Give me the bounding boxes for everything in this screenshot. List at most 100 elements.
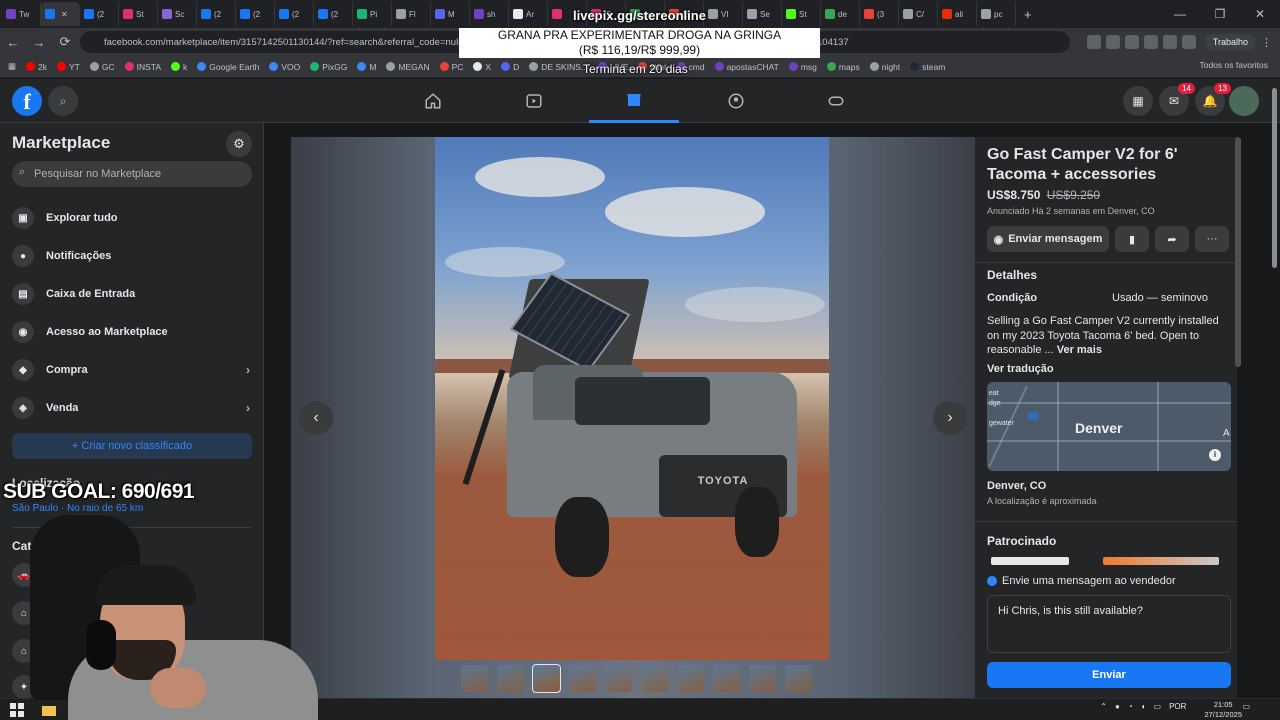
browser-tab[interactable]: (2 <box>314 2 353 26</box>
browser-tab[interactable]: de <box>821 2 860 26</box>
back-button[interactable]: ← <box>0 28 26 56</box>
browser-tab[interactable]: Pi <box>353 2 392 26</box>
bookmark-item[interactable]: apostasCHAT <box>714 62 779 72</box>
browser-tab[interactable]: Sc <box>158 2 197 26</box>
bookmark-item[interactable]: X <box>473 62 491 72</box>
location-map[interactable]: eat dge gewater A Denver i <box>987 382 1231 471</box>
previous-photo-button[interactable]: ‹ <box>299 401 333 435</box>
close-button[interactable]: ✕ <box>1240 0 1280 28</box>
bookmark-item[interactable]: steam <box>910 62 945 72</box>
bookmark-item[interactable]: k <box>171 62 187 72</box>
browser-tab[interactable]: Se <box>743 2 782 26</box>
browser-tab[interactable]: Tw <box>2 2 41 26</box>
bookmark-item[interactable]: Google Earth <box>197 62 259 72</box>
bookmark-item[interactable]: DE SKINS... <box>529 62 588 72</box>
browser-tab[interactable]: ✕ <box>41 2 80 26</box>
messenger-button[interactable]: ✉ 14 <box>1159 83 1195 116</box>
sponsored-ad-thumbnail[interactable] <box>991 557 1069 565</box>
bookmark-item[interactable]: VOO <box>269 62 300 72</box>
bookmark-item[interactable]: 2k <box>26 62 47 72</box>
photo-thumbnail[interactable] <box>749 665 776 692</box>
browser-tab[interactable]: pc <box>977 2 1016 26</box>
bookmark-item[interactable]: MEGAN <box>386 62 430 72</box>
sidebar-item[interactable]: ◈ Venda › <box>12 392 252 424</box>
browser-tab[interactable]: Ar <box>509 2 548 26</box>
bookmark-item[interactable]: D <box>501 62 519 72</box>
browser-tab[interactable]: (3 <box>860 2 899 26</box>
browser-tab[interactable]: M <box>431 2 470 26</box>
browser-tab[interactable]: VI <box>704 2 743 26</box>
apps-grid-icon[interactable]: ▦ <box>8 61 16 72</box>
profile-button[interactable]: Trabalho <box>1204 34 1256 50</box>
send-button[interactable]: Enviar <box>987 662 1231 688</box>
next-photo-button[interactable]: › <box>933 401 967 435</box>
bookmark-item[interactable]: maps <box>826 62 860 72</box>
search-input[interactable]: ⌕ Pesquisar no Marketplace <box>12 161 252 187</box>
photo-thumbnail[interactable] <box>677 665 704 692</box>
browser-tab[interactable]: sh <box>470 2 509 26</box>
listing-photo[interactable]: TOYOTA <box>435 137 829 660</box>
star-icon[interactable] <box>1124 35 1139 49</box>
browser-tab[interactable]: (2 <box>275 2 314 26</box>
browser-tab[interactable]: (2 <box>197 2 236 26</box>
sponsored-ad-thumbnail[interactable] <box>1103 557 1219 565</box>
groups-tab[interactable] <box>691 79 781 123</box>
clock[interactable]: 21:05 27/12/2025 <box>1204 700 1242 720</box>
microphone-icon[interactable]: ● <box>1115 702 1120 711</box>
video-tab[interactable] <box>489 79 579 123</box>
sidebar-item[interactable]: ● Notificações <box>12 240 252 272</box>
info-icon[interactable]: i <box>1209 449 1221 461</box>
create-listing-button[interactable]: + Criar novo classificado <box>12 433 252 459</box>
bookmark-item[interactable]: M <box>357 62 376 72</box>
photo-thumbnail[interactable] <box>461 665 488 692</box>
zoom-icon[interactable] <box>1086 35 1101 49</box>
browser-tab[interactable]: St <box>119 2 158 26</box>
menu-icon[interactable]: ⋮ <box>1261 36 1272 49</box>
photo-thumbnail[interactable] <box>569 665 596 692</box>
bookmark-item[interactable]: YT <box>57 62 80 72</box>
close-tab-icon[interactable]: ✕ <box>61 10 68 19</box>
apps-menu-button[interactable]: ▦ <box>1123 86 1153 116</box>
avatar[interactable] <box>1229 86 1259 116</box>
download-icon[interactable] <box>1181 35 1196 49</box>
marketplace-tab[interactable] <box>589 79 679 123</box>
browser-tab[interactable]: St <box>782 2 821 26</box>
photo-thumbnail[interactable] <box>713 665 740 692</box>
reload-button[interactable]: ⟳ <box>52 28 78 56</box>
see-more-link[interactable]: Ver mais <box>1057 344 1102 356</box>
gaming-tab[interactable] <box>791 79 881 123</box>
page-scrollbar[interactable] <box>1272 88 1277 268</box>
bookmark-item[interactable]: night <box>869 62 900 72</box>
panel-scrollbar[interactable] <box>1235 137 1241 367</box>
sidebar-item[interactable]: ▣ Explorar tudo <box>12 202 252 234</box>
windows-start-icon[interactable] <box>10 703 24 717</box>
gear-icon[interactable]: ⚙ <box>226 131 252 157</box>
wifi-icon[interactable]: ◔ <box>1128 702 1133 711</box>
browser-tab[interactable]: (2 <box>236 2 275 26</box>
sidebar-item[interactable]: ◆ Compra › <box>12 354 252 386</box>
location-filter-link[interactable]: São Paulo · No raio de 65 km <box>12 503 143 514</box>
notification-center-icon[interactable]: ▭ <box>1242 702 1250 711</box>
browser-tab[interactable]: C/ <box>899 2 938 26</box>
message-input[interactable]: Hi Chris, is this still available? <box>987 595 1231 653</box>
bookmark-item[interactable]: INSTA <box>124 62 161 72</box>
maximize-button[interactable]: ❐ <box>1200 0 1240 28</box>
photo-thumbnail[interactable] <box>785 665 812 692</box>
battery-icon[interactable]: ▭ <box>1154 702 1162 711</box>
all-favorites-folder[interactable]: Todos os favoritos <box>1199 60 1268 70</box>
share-icon[interactable] <box>1105 35 1120 49</box>
photo-thumbnail[interactable] <box>641 665 668 692</box>
notifications-button[interactable]: 🔔 13 <box>1195 83 1231 116</box>
send-message-button[interactable]: ◉ Enviar mensagem <box>987 226 1109 252</box>
minimize-button[interactable]: — <box>1160 0 1200 28</box>
browser-tab[interactable]: Fl <box>392 2 431 26</box>
bookmark-item[interactable]: PC <box>439 62 463 72</box>
search-icon[interactable]: ⌕ <box>48 86 78 116</box>
see-translation-link[interactable]: Ver tradução <box>987 363 1054 375</box>
language-indicator[interactable]: POR <box>1169 702 1186 711</box>
photo-thumbnail[interactable] <box>532 664 561 693</box>
bookmark-item[interactable]: PixGG <box>310 62 347 72</box>
bookmark-item[interactable]: GC <box>89 62 115 72</box>
photo-thumbnail[interactable] <box>605 665 632 692</box>
browser-tab[interactable]: (2 <box>80 2 119 26</box>
